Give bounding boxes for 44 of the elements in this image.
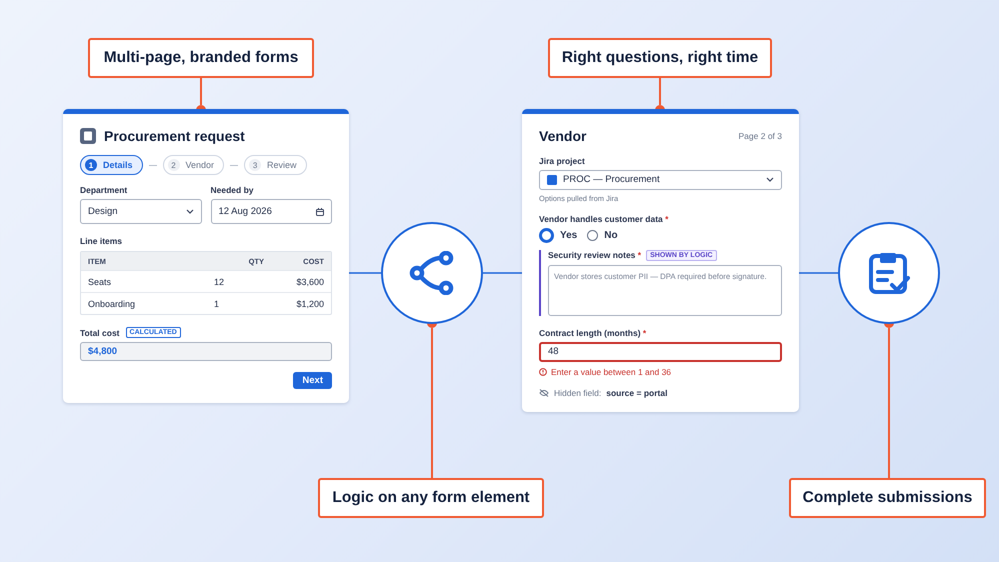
chevron-down-icon (766, 177, 774, 182)
callout-label: Multi-page, branded forms (88, 38, 314, 78)
form-title: Vendor (539, 128, 586, 144)
callout-label: Logic on any form element (318, 478, 544, 518)
radio-option[interactable]: Yes (539, 228, 578, 243)
field-label: Department (80, 185, 128, 195)
date-field[interactable]: 12 Aug 2026 (210, 199, 332, 224)
eye-off-icon (539, 389, 549, 397)
field-label: Needed by (210, 185, 254, 195)
field-label: Total cost (80, 328, 120, 338)
project-icon (547, 174, 557, 185)
form-title: Procurement request (104, 128, 245, 144)
next-button[interactable]: Next (293, 372, 332, 389)
page-indicator: Page 2 of 3 (738, 131, 782, 141)
step-tab[interactable]: 1 Details (80, 155, 143, 175)
clipboard-check-icon (868, 252, 910, 294)
project-select[interactable]: PROC — Procurement (539, 170, 782, 190)
hidden-field-label: Hidden field: (554, 388, 602, 398)
callout-label: Right questions, right time (548, 38, 772, 78)
field-label: Vendor handles customer data * (539, 214, 670, 224)
table-cell-text: $3,600 (295, 276, 324, 286)
callout-label: Complete submissions (789, 478, 986, 518)
hidden-field-value: source = portal (606, 388, 668, 398)
field-label: Contract length (months) * (539, 328, 648, 338)
field-label: Line items (80, 236, 124, 246)
step-tab[interactable]: 2 Vendor (162, 155, 224, 175)
table-cell-text: Seats (88, 276, 112, 286)
chevron-down-icon (186, 209, 194, 214)
error-icon (539, 368, 547, 376)
form-icon (80, 128, 96, 144)
error-message: Enter a value between 1 and 36 (551, 367, 672, 377)
radio-option[interactable]: No (587, 230, 618, 241)
field-label: Jira project (539, 156, 586, 166)
branch-icon (409, 251, 455, 295)
table-cell-text: 1 (214, 298, 220, 308)
department-select[interactable]: Design (80, 199, 202, 224)
contract-length-field[interactable]: 48 (539, 342, 782, 362)
table-cell-text: $1,200 (295, 298, 324, 308)
step-tab[interactable]: 3 Review (244, 155, 307, 175)
total-field: $4,800 (80, 342, 332, 361)
calendar-icon (316, 208, 324, 216)
table-cell-text: 12 (214, 276, 226, 286)
field-label: Security review notes * (548, 250, 642, 260)
table-cell-text: Onboarding (88, 298, 136, 308)
